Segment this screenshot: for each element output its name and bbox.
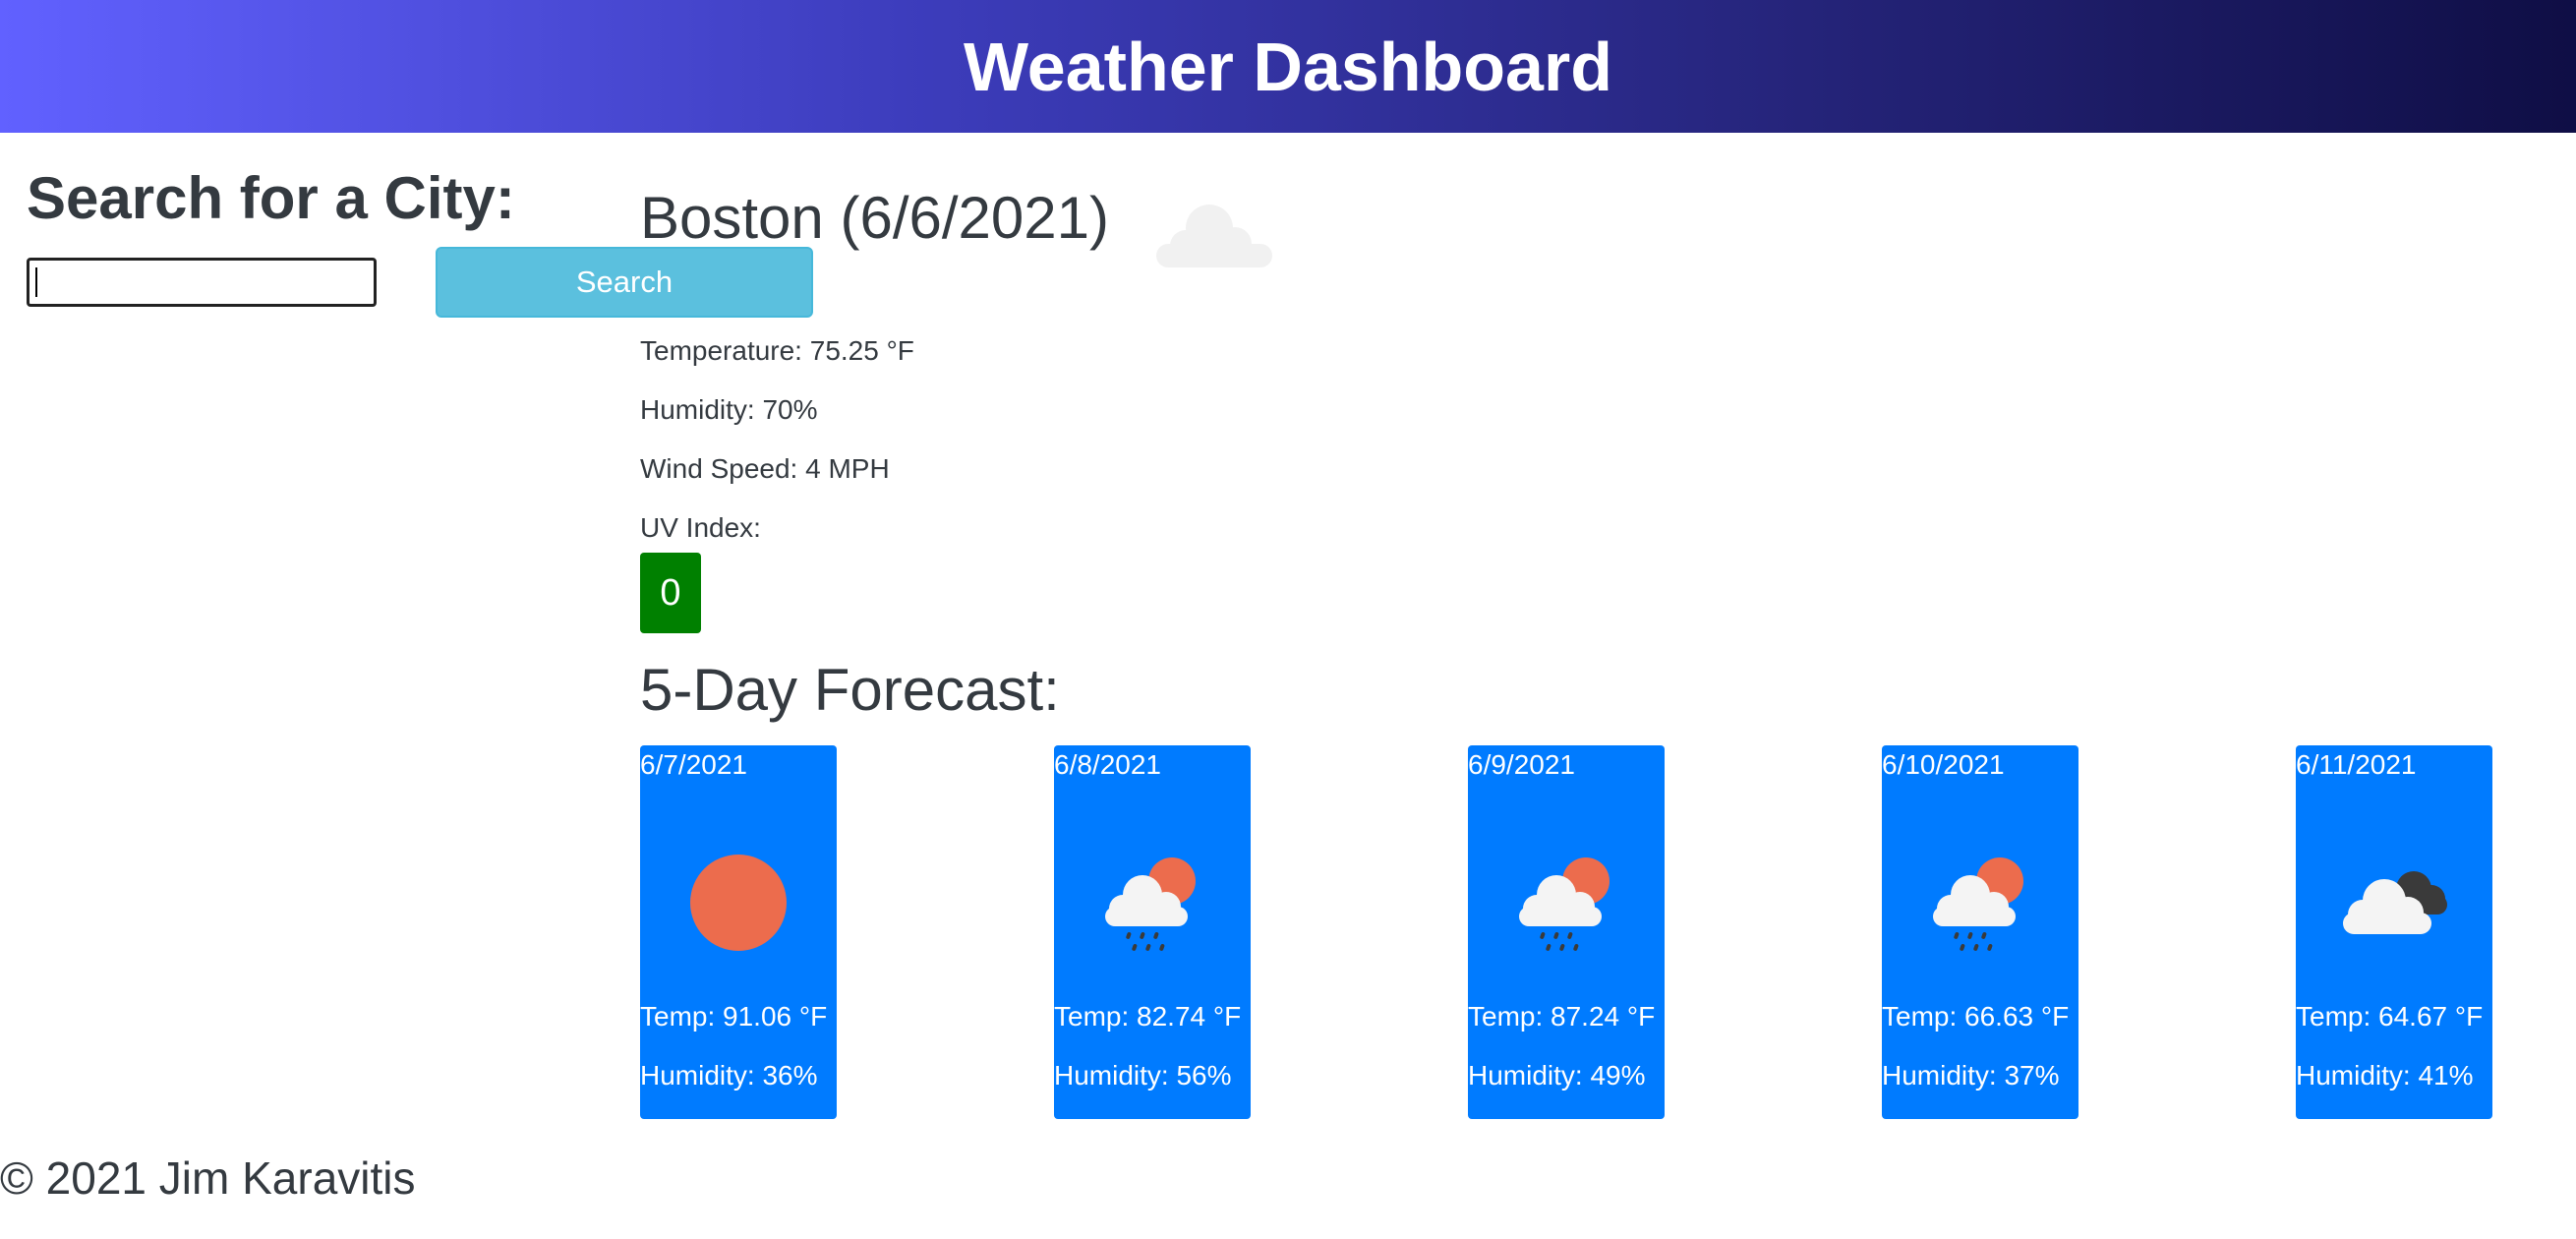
forecast-humidity: Humidity: 49% <box>1468 1060 1646 1091</box>
forecast-temp: Temp: 66.63 °F <box>1882 1001 2070 1032</box>
forecast-date: 6/10/2021 <box>1882 749 2005 780</box>
cloud-icon <box>1156 205 1272 267</box>
forecast-humidity: Humidity: 41% <box>2296 1060 2474 1091</box>
search-button[interactable]: Search <box>436 247 813 318</box>
forecast-heading: 5-Day Forecast: <box>640 657 1060 723</box>
broken-clouds-icon <box>2343 871 2447 934</box>
forecast-date: 6/9/2021 <box>1468 749 1575 780</box>
rain-sun-icon <box>1933 857 2023 951</box>
current-city-title: Boston (6/6/2021) <box>640 185 1109 251</box>
page-title: Weather Dashboard <box>964 28 1612 105</box>
current-humidity: Humidity: 70% <box>640 394 818 425</box>
forecast-humidity: Humidity: 36% <box>640 1060 818 1091</box>
uv-index-label: UV Index: <box>640 512 761 543</box>
text-caret <box>35 267 37 297</box>
sun-icon <box>690 855 787 951</box>
forecast-humidity: Humidity: 56% <box>1054 1060 1232 1091</box>
forecast-temp: Temp: 87.24 °F <box>1468 1001 1656 1032</box>
rain-sun-icon <box>1519 857 1610 951</box>
forecast-card: 6/7/2021 Temp: 91.06 °F Humidity: 36% <box>640 745 837 1119</box>
footer-copyright: © 2021 Jim Karavitis <box>0 1152 416 1204</box>
page-header: Weather Dashboard <box>0 0 2576 133</box>
current-wind-speed: Wind Speed: 4 MPH <box>640 453 890 484</box>
forecast-temp: Temp: 91.06 °F <box>640 1001 828 1032</box>
forecast-date: 6/11/2021 <box>2296 749 2417 780</box>
city-search-input[interactable] <box>27 258 377 307</box>
forecast-card: 6/8/2021 Temp: 82.74 °F Humidity: 56% <box>1054 745 1251 1119</box>
forecast-temp: Temp: 64.67 °F <box>2296 1001 2484 1032</box>
uv-index-badge: 0 <box>640 553 701 633</box>
forecast-card: 6/10/2021 Temp: 66.63 °F Humidity: 37% <box>1882 745 2078 1119</box>
search-heading: Search for a City: <box>27 165 515 231</box>
rain-sun-icon <box>1105 857 1196 951</box>
forecast-card: 6/11/2021 Temp: 64.67 °F Humidity: 41% <box>2296 745 2492 1119</box>
forecast-card: 6/9/2021 Temp: 87.24 °F Humidity: 49% <box>1468 745 1665 1119</box>
forecast-date: 6/8/2021 <box>1054 749 1161 780</box>
forecast-temp: Temp: 82.74 °F <box>1054 1001 1242 1032</box>
forecast-date: 6/7/2021 <box>640 749 747 780</box>
forecast-humidity: Humidity: 37% <box>1882 1060 2060 1091</box>
current-temperature: Temperature: 75.25 °F <box>640 335 914 366</box>
